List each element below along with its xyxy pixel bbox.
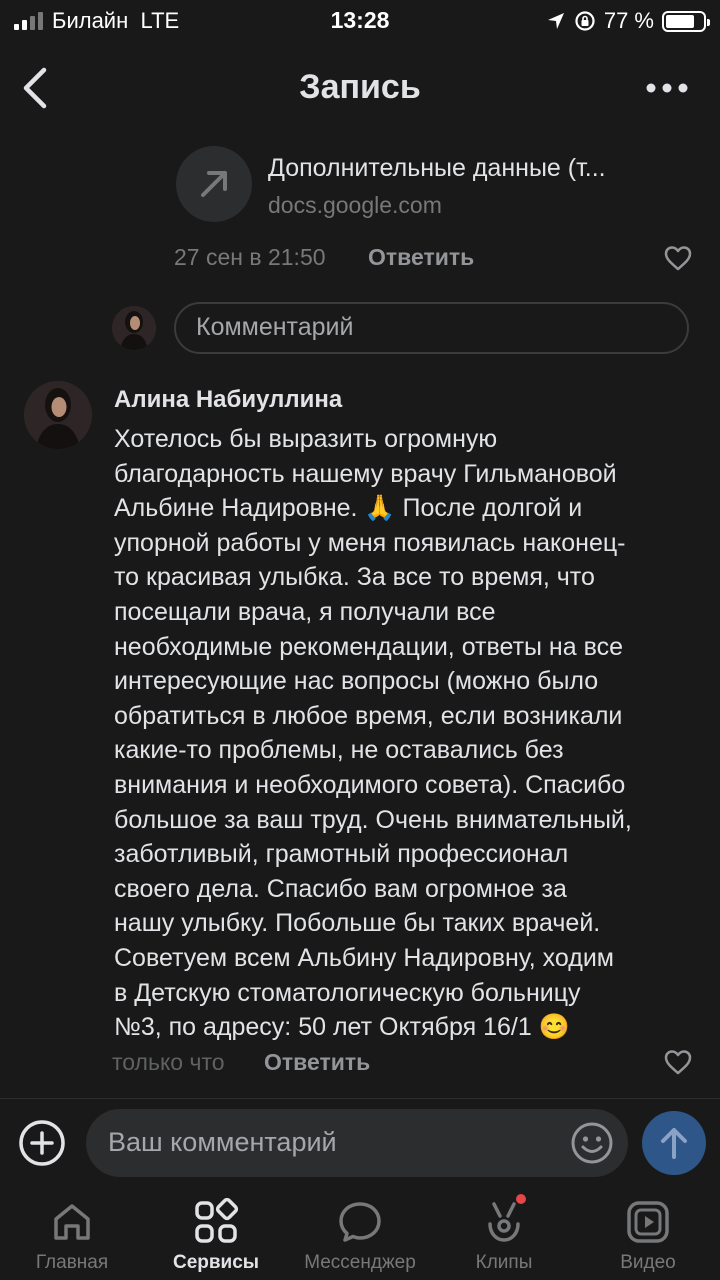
- comment-text-line: Хотелось бы выразить огромную: [114, 425, 498, 453]
- comment-text-line: Советуем всем Альбину Надировну, ходим: [114, 943, 614, 972]
- comment-text-line: №3, по адресу: 50 лет Октября 16/1 😊: [114, 1013, 570, 1042]
- comment-text-line: посещали врача, я получали все: [114, 597, 496, 626]
- comment-reply-button[interactable]: Ответить: [264, 1049, 370, 1076]
- comment-text: Хотелось бы выразить огромную благодарнос…: [114, 422, 710, 1045]
- tab-label: Мессенджер: [304, 1252, 416, 1273]
- comment-text-line: в Детскую стоматологическую больницу: [114, 978, 581, 1007]
- comment-text-line: заботливый, грамотный профессионал: [114, 840, 569, 869]
- comment-like-heart-icon[interactable]: [663, 1048, 693, 1076]
- comment-input[interactable]: Комментарий: [174, 302, 689, 354]
- comment-compose-field[interactable]: Ваш комментарий: [86, 1109, 628, 1177]
- like-heart-icon[interactable]: [663, 244, 693, 272]
- comment-text-line: внимания и необходимого совета). Спасибо: [114, 770, 626, 799]
- comment-text-line: обратиться в любое время, если возникали: [114, 701, 623, 730]
- tab-services[interactable]: Сервисы: [144, 1186, 288, 1280]
- tab-messenger[interactable]: Мессенджер: [288, 1186, 432, 1280]
- clips-icon: [488, 1202, 520, 1242]
- avatar: [112, 306, 156, 350]
- arrow-up-icon: [661, 1128, 687, 1159]
- services-grid-icon: [195, 1198, 239, 1243]
- add-attachment-icon[interactable]: [18, 1119, 66, 1167]
- top-bar: Запись: [0, 40, 720, 136]
- comment-text-line: необходимые рекомендации, ответы на все: [114, 632, 623, 661]
- messenger-icon: [339, 1202, 381, 1242]
- comment-text-line: какие-то проблемы, не оставались без: [114, 736, 564, 765]
- tab-label: Видео: [620, 1252, 676, 1273]
- tab-video[interactable]: Видео: [576, 1186, 720, 1280]
- more-horizontal-icon[interactable]: [642, 70, 692, 106]
- comment-author-name[interactable]: Алина Набиуллина: [114, 386, 342, 414]
- send-button[interactable]: [642, 1111, 706, 1175]
- comment-text-line: интересующие нас вопросы (можно было: [114, 667, 599, 696]
- comment-text-line: нашу улыбку. Побольше бы таких врачей.: [114, 909, 601, 938]
- compose-placeholder: Ваш комментарий: [108, 1127, 337, 1157]
- tab-label: Клипы: [475, 1252, 533, 1273]
- link-host: docs.google.com: [268, 192, 442, 218]
- comment-text-line: то красивая улыбка. За все то время, что: [114, 563, 595, 592]
- reply-button[interactable]: Ответить: [368, 244, 474, 271]
- post-timestamp: 27 сен в 21:50: [174, 244, 326, 270]
- battery-percent: 77 %: [603, 8, 654, 33]
- notification-badge: [516, 1194, 526, 1204]
- compose-bar: Ваш комментарий: [0, 1098, 720, 1186]
- comment-author-avatar[interactable]: [24, 381, 92, 449]
- tab-home[interactable]: Главная: [0, 1186, 144, 1280]
- status-bar: Билайн LTE 13:28 77 %: [0, 0, 720, 40]
- comment-text-line: благодарность нашему врачу Гильмановой: [114, 459, 617, 488]
- location-icon: [547, 13, 564, 29]
- link-title: Дополнительные данные (т...: [268, 154, 606, 182]
- tab-label: Главная: [35, 1252, 109, 1273]
- comment-text-line: большое за ваш труд. Очень внимательный,: [114, 805, 632, 834]
- comment-text-line: своего дела. Спасибо вам огромное за: [114, 874, 567, 903]
- tab-clips[interactable]: Клипы: [432, 1186, 576, 1280]
- home-icon: [54, 1204, 90, 1240]
- comment-timestamp: только что: [112, 1049, 225, 1075]
- battery-icon: [662, 10, 710, 32]
- emoji-smile-icon[interactable]: [570, 1121, 614, 1165]
- external-link-arrow-icon: [201, 171, 227, 197]
- link-icon-circle: [176, 146, 252, 222]
- link-attachment[interactable]: Дополнительные данные (т... docs.google.…: [176, 146, 706, 226]
- video-icon: [627, 1201, 669, 1243]
- comment-text-line: Альбине Надировне. 🙏 После долгой и: [114, 494, 583, 523]
- tab-label: Сервисы: [172, 1252, 260, 1273]
- page-title: Запись: [299, 68, 421, 106]
- bottom-tab-bar: Главная Сервисы Мессенджер Клипы Видео: [0, 1186, 720, 1280]
- comment-text-line: упорной работы у меня появилась наконец-: [114, 528, 626, 557]
- rotation-lock-icon: [575, 11, 595, 31]
